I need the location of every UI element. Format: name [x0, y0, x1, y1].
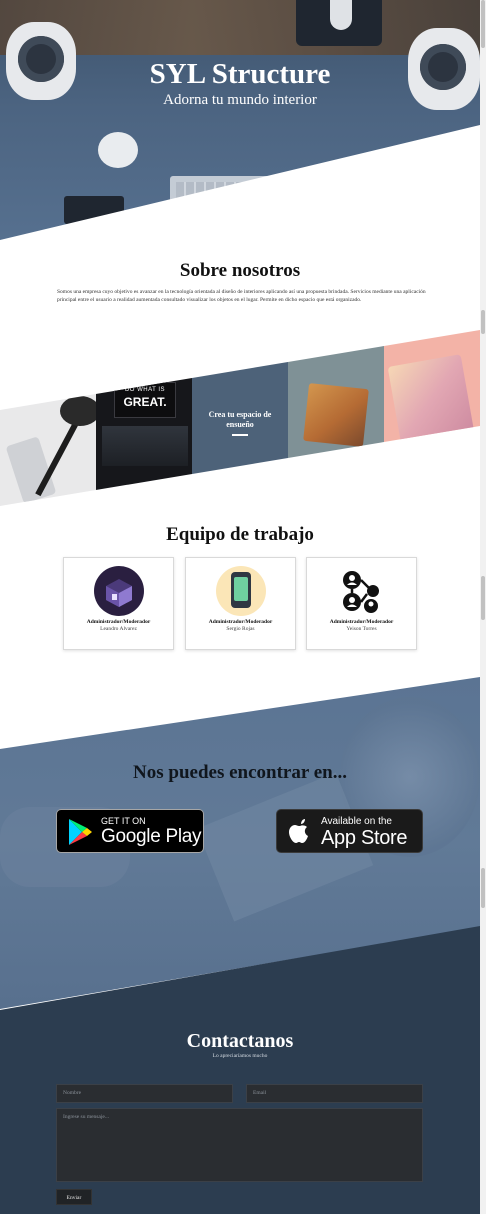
team-card: Administrador/Moderador Yeison Torres	[306, 557, 417, 650]
avatar	[337, 566, 387, 616]
scrollbar-marker	[481, 576, 485, 620]
gallery-panel-cta[interactable]: Crea tu espacio de ensueño	[192, 330, 288, 506]
hero-subtitle: Adorna tu mundo interior	[163, 92, 317, 108]
email-input[interactable]: Email	[246, 1084, 423, 1103]
hero-banner	[0, 0, 480, 240]
team-card: Administrador/Moderador Sergio Rojas	[185, 557, 296, 650]
gallery-sign-line1: DO WHAT IS	[124, 387, 166, 393]
network-users-icon	[343, 571, 379, 613]
contact-subtitle: Lo apreciaríamos mucho	[212, 1053, 268, 1059]
hero-mug-image	[98, 132, 138, 168]
google-play-big-text: Google Play	[101, 826, 202, 847]
gallery-room-image	[303, 383, 369, 447]
team-title: Equipo de trabajo	[166, 524, 314, 545]
page-scrollbar[interactable]	[480, 0, 486, 1214]
team-member-name: Yeison Torres	[346, 626, 377, 632]
google-play-button[interactable]: GET IT ON Google Play	[56, 809, 204, 853]
team-member-name: Leandro Alvarez	[100, 626, 137, 632]
about-title: Sobre nosotros	[179, 260, 301, 281]
team-member-role: Administrador/Moderador	[86, 619, 151, 625]
gallery-cta-underline	[232, 434, 248, 436]
gallery-strip: DO WHAT IS GREAT. Crea tu espacio de ens…	[0, 330, 480, 506]
avatar	[216, 566, 266, 616]
scrollbar-thumb[interactable]	[481, 0, 485, 48]
phone-app-icon	[231, 572, 251, 608]
gallery-cta-text[interactable]: Crea tu espacio de ensueño	[198, 410, 282, 430]
room-3d-icon	[106, 579, 132, 607]
app-store-big-text: App Store	[321, 827, 408, 849]
app-store-small-text: Available on the	[321, 816, 392, 827]
google-play-small-text: GET IT ON	[101, 816, 146, 826]
team-member-name: Sergio Rojas	[226, 626, 255, 632]
team-member-role: Administrador/Moderador	[329, 619, 394, 625]
team-member-role: Administrador/Moderador	[208, 619, 273, 625]
stores-title: Nos puedes encontrar en...	[133, 762, 347, 783]
hero-mouse-image	[330, 0, 352, 30]
gallery-monitor-image	[102, 426, 188, 466]
send-button[interactable]: Enviar	[56, 1189, 92, 1205]
avatar	[94, 566, 144, 616]
gallery-sign-line2: GREAT.	[123, 395, 167, 409]
team-card: Administrador/Moderador Leandro Alvarez	[63, 557, 174, 650]
gallery-panel-bedroom	[384, 330, 480, 506]
gallery-panel-desk	[0, 330, 96, 506]
name-input[interactable]: Nombre	[56, 1084, 233, 1103]
gallery-plant-image	[60, 396, 96, 426]
gallery-panel-room	[288, 330, 384, 506]
gallery-bedroom-image	[387, 354, 475, 446]
scrollbar-marker	[481, 868, 485, 908]
app-store-button[interactable]: Available on the App Store	[276, 809, 423, 853]
gallery-sign: DO WHAT IS GREAT.	[114, 382, 176, 418]
contact-title: Contactanos	[186, 1030, 294, 1052]
about-text: Somos una empresa cuyo objetivo es avanz…	[57, 289, 426, 303]
page: SYL Structure Adorna tu mundo interior S…	[0, 0, 486, 1214]
apple-icon	[289, 819, 308, 843]
hero-title: SYL Structure	[149, 58, 331, 90]
gallery-panel-sign: DO WHAT IS GREAT.	[96, 330, 192, 506]
google-play-icon	[69, 819, 92, 845]
message-textarea[interactable]: Ingrese su mensaje...	[56, 1108, 423, 1182]
scrollbar-marker	[481, 310, 485, 334]
